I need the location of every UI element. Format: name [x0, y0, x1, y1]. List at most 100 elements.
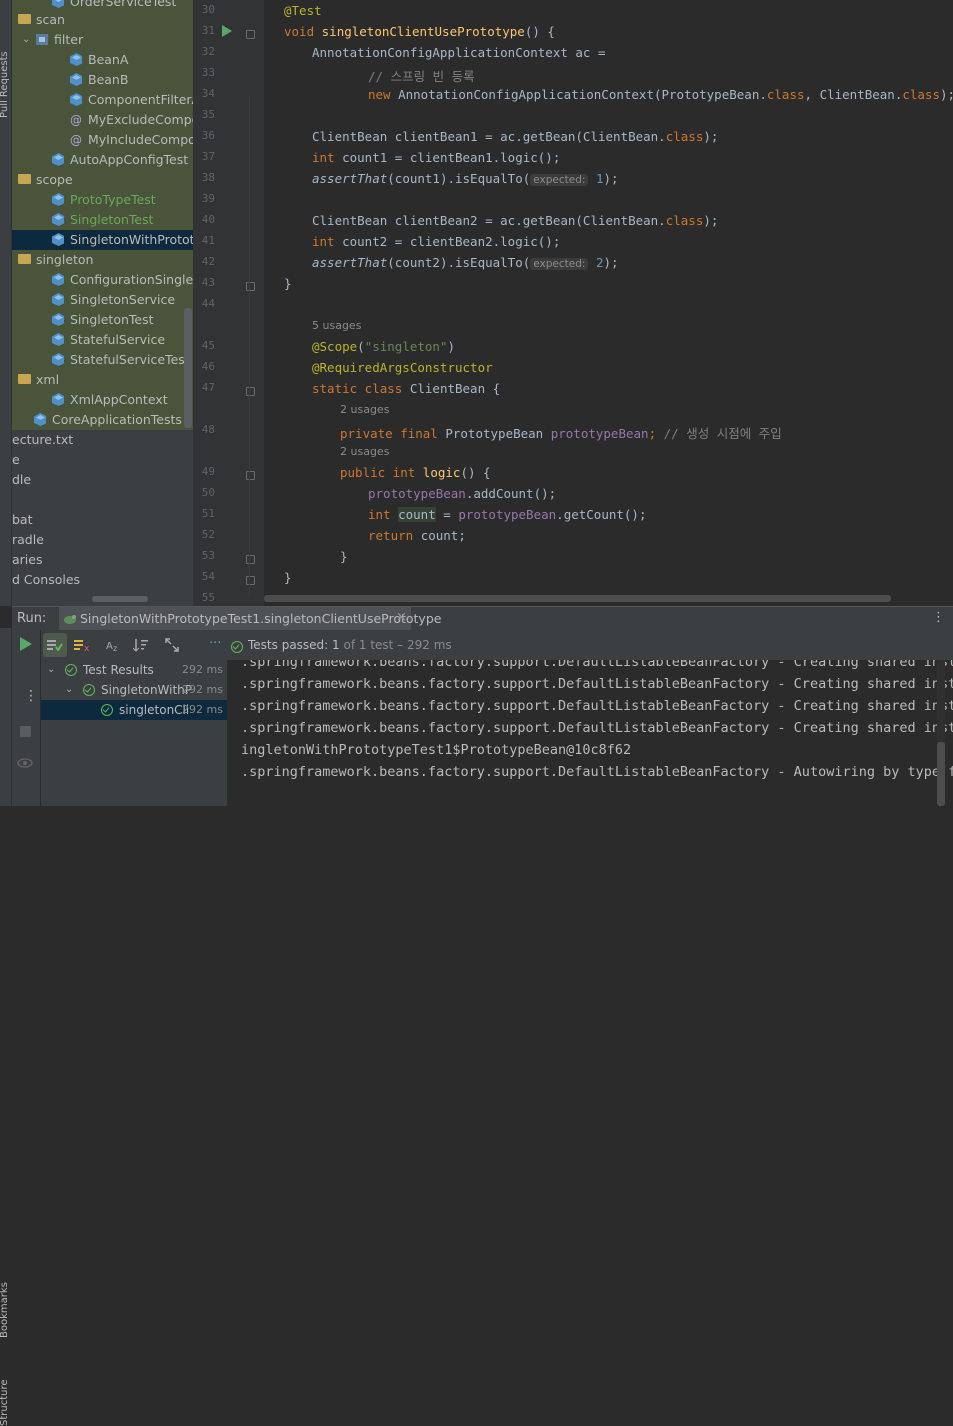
- show-passed-toggle[interactable]: [43, 633, 67, 657]
- pull-requests-tool-button[interactable]: Pull Requests: [0, 51, 10, 118]
- tree-item[interactable]: SingletonTest: [12, 210, 193, 230]
- fold-marker[interactable]: [246, 282, 255, 291]
- usages-hint[interactable]: 2 usages: [340, 403, 389, 416]
- editor-gutter: 30 31 32 33 34 35 36 37 38 39 40 41 42 43 44 45 46 47 48 49…: [193, 0, 264, 606]
- more-options-icon[interactable]: ···: [209, 636, 221, 651]
- structure-tool-button[interactable]: Structure: [0, 1379, 10, 1426]
- line-number: 45: [201, 339, 215, 352]
- tree-item[interactable]: bat: [12, 510, 193, 530]
- test-result-row[interactable]: ⌄ SingletonWithP 292 ms: [41, 680, 227, 700]
- run-label: Run:: [17, 611, 47, 626]
- vertical-more-icon[interactable]: ⋮: [24, 688, 38, 704]
- tree-item[interactable]: ComponentFilterAppConfigTest: [12, 90, 193, 110]
- expand-all-icon[interactable]: [165, 638, 179, 652]
- tree-item[interactable]: @ MyIncludeComponent: [12, 130, 193, 150]
- tree-item-label: AutoAppConfigTest: [70, 152, 189, 167]
- console-output[interactable]: .springframework.beans.factory.support.D…: [228, 660, 953, 806]
- fold-marker[interactable]: [246, 471, 255, 480]
- rerun-icon[interactable]: [20, 637, 32, 651]
- tree-vertical-scrollbar[interactable]: [184, 308, 192, 428]
- console-line: .springframework.beans.factory.support.D…: [241, 676, 953, 692]
- line-number: 34: [201, 87, 215, 100]
- usages-hint[interactable]: 5 usages: [312, 319, 361, 332]
- fold-marker[interactable]: [246, 387, 255, 396]
- fold-marker[interactable]: [246, 30, 255, 39]
- folder-icon: [18, 374, 31, 384]
- tree-item[interactable]: dle: [12, 470, 193, 490]
- code-line-36: ClientBean clientBean1 = ac.getBean(Clie…: [312, 129, 718, 144]
- chevron-down-icon[interactable]: ⌄: [47, 660, 55, 680]
- code-editor[interactable]: @Test void singletonClientUsePrototype()…: [264, 0, 953, 606]
- tree-item[interactable]: scope: [12, 170, 193, 190]
- stop-icon[interactable]: [20, 726, 31, 737]
- code-text: ClientBean {: [409, 381, 501, 396]
- tree-item[interactable]: ProtoTypeTest: [12, 190, 193, 210]
- package-icon: [36, 34, 48, 45]
- tree-item[interactable]: radle: [12, 530, 193, 550]
- sort-duration-icon[interactable]: [133, 638, 149, 652]
- fold-marker[interactable]: [246, 555, 255, 564]
- chevron-down-icon[interactable]: ⌄: [65, 680, 73, 700]
- tree-item[interactable]: @ MyExcludeComponent: [12, 110, 193, 130]
- tree-item[interactable]: scan: [12, 10, 193, 30]
- tree-item[interactable]: BeanA: [12, 50, 193, 70]
- console-vertical-scrollbar[interactable]: [937, 742, 945, 806]
- run-test-icon[interactable]: [222, 25, 232, 37]
- close-icon[interactable]: ×: [396, 610, 407, 625]
- tree-item[interactable]: StatefulService: [12, 330, 193, 350]
- run-tab[interactable]: SingletonWithPrototypeTest1.singletonCli…: [59, 607, 441, 631]
- tree-item-label: StatefulServiceTest: [70, 352, 190, 367]
- editor-horizontal-scrollbar[interactable]: [264, 595, 891, 602]
- line-number: 52: [201, 528, 215, 541]
- svg-text:@: @: [70, 133, 82, 146]
- tree-item[interactable]: AutoAppConfigTest: [12, 150, 193, 170]
- tree-item-label: singleton: [36, 252, 94, 267]
- tree-item[interactable]: aries: [12, 550, 193, 570]
- tree-item[interactable]: SingletonTest: [12, 310, 193, 330]
- field-name: prototypeBean: [550, 426, 649, 441]
- test-duration: 292 ms: [182, 703, 223, 716]
- tree-item[interactable]: xml: [12, 370, 193, 390]
- eye-icon[interactable]: [17, 758, 33, 768]
- tree-item[interactable]: d Consoles: [12, 570, 193, 590]
- code-line-40: ClientBean clientBean2 = ac.getBean(Clie…: [312, 213, 718, 228]
- show-ignored-icon[interactable]: x: [74, 639, 90, 651]
- more-icon[interactable]: ⋮: [932, 610, 945, 625]
- tests-status-detail: of 1 test – 292 ms: [339, 638, 452, 652]
- tree-item-label: SingletonTest: [70, 312, 154, 327]
- bookmarks-tool-button[interactable]: Bookmarks: [0, 1282, 10, 1338]
- tree-horizontal-scrollbar[interactable]: [92, 596, 148, 602]
- code-text: , ClientBean.: [804, 87, 903, 102]
- tree-item-label: ConfigurationSingletonTest: [70, 272, 193, 287]
- type-name: PrototypeBean: [445, 426, 551, 441]
- tree-item[interactable]: SingletonWithPrototypeTest1: [12, 230, 193, 250]
- line-number: 33: [201, 66, 215, 79]
- code-line-48: private final PrototypeBean prototypeBea…: [340, 423, 782, 442]
- tree-item[interactable]: ecture.txt: [12, 430, 193, 450]
- tree-item[interactable]: SingletonService: [12, 290, 193, 310]
- tree-item[interactable]: ConfigurationSingletonTest: [12, 270, 193, 290]
- code-text: ClientBean clientBean2 = ac.getBean(Clie…: [312, 213, 666, 228]
- fold-marker[interactable]: [246, 576, 255, 585]
- tree-item[interactable]: e: [12, 450, 193, 470]
- test-result-row[interactable]: singletonCli 292 ms: [41, 700, 227, 720]
- usages-hint[interactable]: 2 usages: [340, 445, 389, 458]
- tree-item-label: XmlAppContext: [70, 392, 168, 407]
- test-result-row[interactable]: ⌄ Test Results 292 ms: [41, 660, 227, 680]
- code-line-43: }: [284, 276, 292, 291]
- code-line-30: @Test: [284, 3, 322, 18]
- tree-item[interactable]: CoreApplicationTests: [12, 410, 193, 430]
- tree-item[interactable]: ⌄ filter: [12, 30, 193, 50]
- tree-item[interactable]: BeanB: [12, 70, 193, 90]
- tree-item-label: BeanB: [88, 72, 129, 87]
- show-passed-icon: [47, 640, 63, 651]
- sort-alpha-icon[interactable]: Az: [106, 638, 122, 652]
- chevron-down-icon[interactable]: ⌄: [22, 30, 30, 50]
- tree-item[interactable]: singleton: [12, 250, 193, 270]
- tree-item[interactable]: XmlAppContext: [12, 390, 193, 410]
- code-text: count2 = clientBean2.logic();: [342, 234, 561, 249]
- parameter-hint: expected:: [530, 174, 589, 186]
- tree-item[interactable]: [12, 490, 193, 510]
- code-text: );: [940, 87, 953, 102]
- tree-item[interactable]: StatefulServiceTest: [12, 350, 193, 370]
